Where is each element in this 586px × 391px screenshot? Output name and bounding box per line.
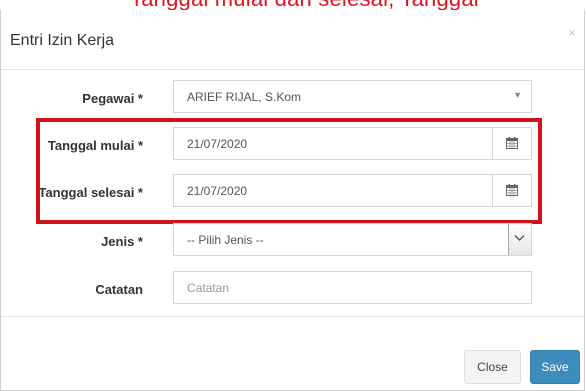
tanggal-mulai-input[interactable]: 21/07/2020 [173, 127, 532, 160]
modal-header: Entri Izin Kerja × [1, 10, 584, 70]
jenis-select[interactable]: -- Pilih Jenis -- [173, 223, 532, 256]
jenis-dropdown-button[interactable] [508, 224, 531, 255]
pegawai-value: ARIEF RIJAL, S.Kom [187, 90, 302, 104]
tanggal-mulai-label: Tanggal mulai * [47, 138, 143, 153]
close-icon[interactable]: × [568, 25, 576, 40]
jenis-label: Jenis * [101, 234, 143, 249]
tanggal-selesai-value: 21/07/2020 [187, 184, 248, 198]
tanggal-selesai-label: Tanggal selesai * [38, 185, 143, 200]
close-button[interactable]: Close [464, 350, 521, 384]
catatan-label: Catatan [95, 282, 143, 297]
catatan-placeholder: Catatan [187, 281, 230, 295]
tanggal-mulai-calendar-button[interactable] [492, 128, 531, 159]
tanggal-mulai-value: 21/07/2020 [187, 137, 248, 151]
cropped-banner: Tanggal mulai dan selesai, Tanggal [0, 0, 586, 10]
modal-dialog: Entri Izin Kerja × Pegawai * ARIEF RIJAL… [0, 10, 585, 391]
modal-footer: Close Save [1, 316, 584, 391]
modal-title: Entri Izin Kerja [10, 32, 115, 49]
caret-down-icon: ▼ [513, 90, 522, 100]
catatan-input[interactable]: Catatan [173, 271, 532, 304]
pegawai-select[interactable]: ARIEF RIJAL, S.Kom ▼ [173, 80, 532, 113]
jenis-value: -- Pilih Jenis -- [187, 233, 264, 247]
calendar-icon [506, 137, 518, 149]
calendar-icon [506, 184, 518, 196]
chevron-down-icon [514, 235, 525, 241]
tanggal-selesai-calendar-button[interactable] [492, 175, 531, 206]
pegawai-label: Pegawai * [82, 91, 143, 106]
cropped-banner-text: Tanggal mulai dan selesai, Tanggal [130, 0, 479, 10]
save-button[interactable]: Save [530, 350, 580, 384]
tanggal-selesai-input[interactable]: 21/07/2020 [173, 174, 532, 207]
